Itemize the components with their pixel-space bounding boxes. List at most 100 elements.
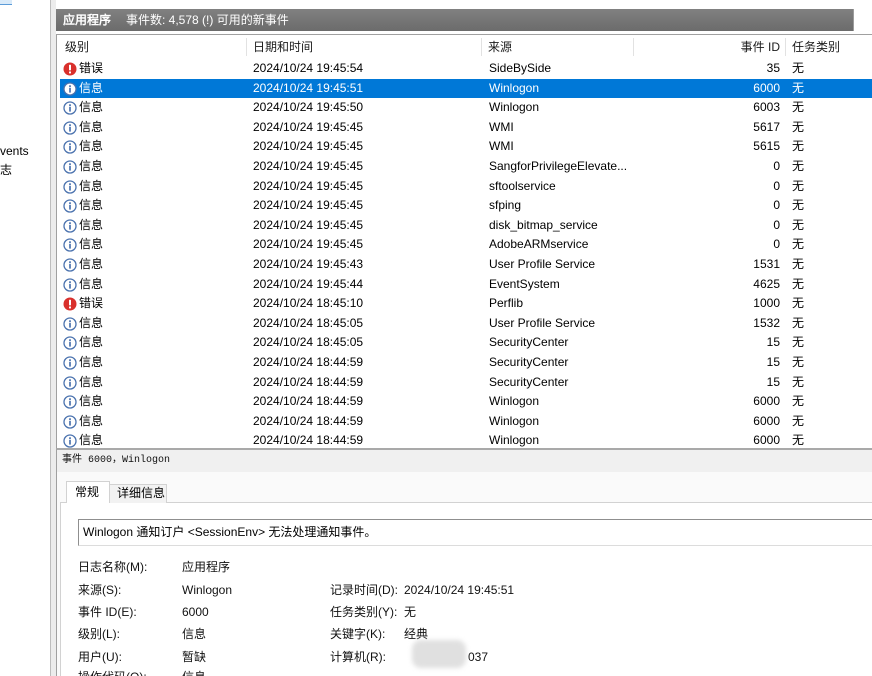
event-id: 6003 xyxy=(753,100,780,115)
field-label-logged: 记录时间(D): xyxy=(330,583,398,597)
event-task-category: 无 xyxy=(792,276,805,291)
info-icon xyxy=(63,140,77,155)
log-header-bar: 应用程序 事件数: 4,578 (!) 可用的新事件 xyxy=(56,9,853,31)
event-row[interactable]: 信息 2024/10/24 19:45:45 WMI 5615 无 xyxy=(57,137,872,157)
event-row[interactable]: 信息 2024/10/24 19:45:45 SangforPrivilegeEle… xyxy=(57,157,872,177)
event-datetime: 2024/10/24 18:44:59 xyxy=(253,354,364,369)
field-label-keywords: 关键字(K): xyxy=(330,627,386,641)
field-label-log-name: 日志名称(M): xyxy=(78,560,148,574)
event-source: EventSystem xyxy=(489,276,560,291)
event-task-category: 无 xyxy=(792,61,805,75)
event-datetime: 2024/10/24 19:45:54 xyxy=(253,61,364,75)
event-source: AdobeARMservice xyxy=(489,237,589,252)
event-rows: 错误 2024/10/24 19:45:54 SideBySide 35 无信息 2024… xyxy=(57,59,872,448)
actions-pane-edge xyxy=(853,9,872,31)
field-label-user: 用户(U): xyxy=(78,650,122,664)
event-level: 信息 xyxy=(79,354,104,369)
event-row[interactable]: 信息 2024/10/24 18:44:59 Winlogon 6000 无 xyxy=(57,412,872,432)
info-icon xyxy=(63,336,77,350)
column-header-task-category[interactable]: 任务类别 xyxy=(786,35,872,59)
event-row[interactable]: 信息 2024/10/24 19:45:44 EventSystem 4625 无 xyxy=(57,275,872,295)
field-value-level: 信息 xyxy=(182,627,207,641)
event-row[interactable]: 信息 2024/10/24 19:45:45 sftoolservice 0 无 xyxy=(57,177,872,197)
column-header-row: 级别 日期和时间 来源 事件 ID 任务类别 xyxy=(57,35,872,59)
event-level: 信息 xyxy=(79,198,104,213)
event-source: SecurityCenter xyxy=(489,335,569,350)
event-row[interactable]: 信息 2024/10/24 19:45:50 Winlogon 6003 无 xyxy=(57,98,872,118)
info-icon xyxy=(63,277,77,292)
event-task-category: 无 xyxy=(792,354,805,369)
column-header-datetime[interactable]: 日期和时间 xyxy=(247,35,482,59)
event-id: 1531 xyxy=(753,256,780,271)
event-datetime: 2024/10/24 19:45:45 xyxy=(253,119,364,134)
event-task-category: 无 xyxy=(792,139,805,154)
event-datetime: 2024/10/24 19:45:45 xyxy=(253,198,364,213)
event-row[interactable]: 信息 2024/10/24 18:45:05 User Profile Servic… xyxy=(57,314,872,334)
event-datetime: 2024/10/24 18:44:59 xyxy=(253,374,364,389)
event-task-category: 无 xyxy=(792,80,805,95)
event-datetime: 2024/10/24 19:45:45 xyxy=(253,217,364,232)
tab-general[interactable]: 常规 xyxy=(66,481,110,503)
event-task-category: 无 xyxy=(792,178,805,193)
event-row[interactable]: 信息 2024/10/24 18:44:59 SecurityCenter 15 无 xyxy=(57,373,872,393)
event-row[interactable]: 信息 2024/10/24 18:44:59 SecurityCenter 15 无 xyxy=(57,353,872,373)
event-id: 1532 xyxy=(753,315,780,330)
event-level: 信息 xyxy=(79,139,104,154)
event-level: 信息 xyxy=(79,80,104,95)
field-label-event-id: 事件 ID(E): xyxy=(78,605,137,619)
event-row[interactable]: 信息 2024/10/24 19:45:45 disk_bitmap_service… xyxy=(57,216,872,236)
event-row[interactable]: 信息 2024/10/24 19:45:45 AdobeARMservice 0 无 xyxy=(57,235,872,255)
column-header-event-id[interactable]: 事件 ID xyxy=(634,35,786,59)
event-task-category: 无 xyxy=(792,256,805,271)
event-message-box[interactable]: Winlogon 通知订户 <SessionEnv> 无法处理通知事件。 xyxy=(78,519,872,546)
field-value-event-id: 6000 xyxy=(182,605,209,619)
event-level: 信息 xyxy=(79,413,104,428)
event-source: User Profile Service xyxy=(489,315,596,330)
event-level: 信息 xyxy=(79,256,104,271)
event-source: sfping xyxy=(489,198,522,213)
event-source: SideBySide xyxy=(489,61,552,75)
event-source: sftoolservice xyxy=(489,178,556,193)
event-source: WMI xyxy=(489,119,514,134)
field-value-opcode: 信息 xyxy=(182,669,206,676)
event-level: 信息 xyxy=(79,374,104,389)
info-icon xyxy=(63,81,77,96)
column-header-level[interactable]: 级别 xyxy=(57,35,247,59)
field-label-level: 级别(L): xyxy=(78,627,121,641)
event-row[interactable]: 信息 2024/10/24 18:44:59 Winlogon 6000 无 xyxy=(57,431,872,448)
event-row[interactable]: 信息 2024/10/24 19:45:45 WMI 5617 无 xyxy=(57,118,872,138)
error-icon xyxy=(63,297,77,311)
event-source: Winlogon xyxy=(489,394,540,409)
event-source: Winlogon xyxy=(489,80,540,95)
event-row[interactable]: 错误 2024/10/24 18:45:10 Perflib 1000 无 xyxy=(57,294,872,314)
event-list[interactable]: 级别 日期和时间 来源 事件 ID 任务类别 错误 2024/10/24 19:4… xyxy=(56,34,872,448)
event-task-category: 无 xyxy=(792,158,805,173)
event-id: 15 xyxy=(766,354,780,369)
event-source: Perflib xyxy=(489,296,524,311)
event-row[interactable]: 信息 2024/10/24 18:45:05 SecurityCenter 15 无 xyxy=(57,333,872,353)
event-row[interactable]: 信息 2024/10/24 19:45:43 User Profile Servic… xyxy=(57,255,872,275)
event-row[interactable]: 信息 2024/10/24 19:45:51 Winlogon 6000 无 xyxy=(57,78,872,99)
tab-details[interactable]: 详细信息 xyxy=(110,484,167,503)
nav-tree-item[interactable]: 志 xyxy=(0,162,12,178)
event-level: 信息 xyxy=(79,276,104,291)
event-row[interactable]: 信息 2024/10/24 18:44:59 Winlogon 6000 无 xyxy=(57,392,872,412)
column-header-source[interactable]: 来源 xyxy=(482,35,634,59)
event-datetime: 2024/10/24 18:44:59 xyxy=(253,413,364,428)
field-value-log-name: 应用程序 xyxy=(182,560,231,574)
event-row[interactable]: 信息 2024/10/24 19:45:45 sfping 0 无 xyxy=(57,196,872,216)
event-datetime: 2024/10/24 18:45:05 xyxy=(253,315,364,330)
field-value-user: 暂缺 xyxy=(182,650,207,664)
event-source: User Profile Service xyxy=(489,256,596,271)
event-task-category: 无 xyxy=(792,296,805,311)
event-source: Winlogon xyxy=(489,413,540,428)
event-task-category: 无 xyxy=(792,374,805,389)
event-id: 35 xyxy=(766,61,780,75)
event-datetime: 2024/10/24 18:45:10 xyxy=(253,296,364,311)
nav-tree-item[interactable]: vents xyxy=(0,143,29,159)
event-task-category: 无 xyxy=(792,413,805,428)
event-id: 6000 xyxy=(753,433,780,448)
field-label-source: 来源(S): xyxy=(78,583,122,597)
event-datetime: 2024/10/24 19:45:45 xyxy=(253,139,364,154)
event-row[interactable]: 错误 2024/10/24 19:45:54 SideBySide 35 无 xyxy=(57,59,872,79)
